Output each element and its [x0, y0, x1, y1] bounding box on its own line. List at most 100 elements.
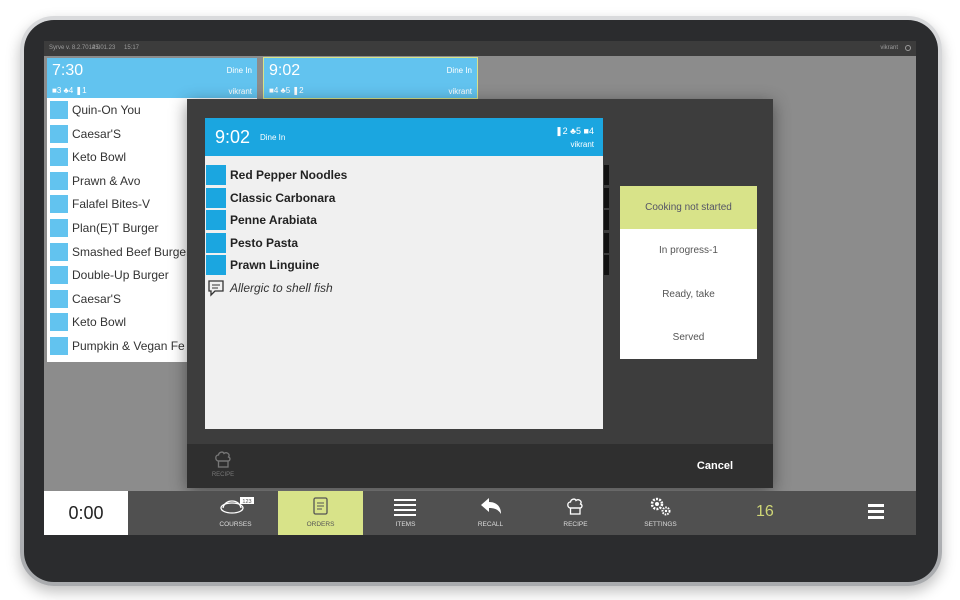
- item-status-square: [50, 266, 68, 285]
- item-name: Red Pepper Noodles: [230, 168, 348, 182]
- item-name: Keto Bowl: [72, 150, 127, 165]
- item-status-square: [50, 289, 68, 308]
- dialog-order-item[interactable]: Pesto Pasta: [205, 232, 609, 254]
- item-name: Prawn & Avo: [72, 173, 141, 188]
- dialog-order-item[interactable]: Red Pepper Noodles: [205, 164, 609, 186]
- order-ticket-2[interactable]: 9:02 Dine In ■4 ♣5 ❚2 vikrant: [263, 57, 478, 99]
- item-name: Keto Bowl: [72, 315, 127, 330]
- ticket-time: 9:02: [269, 62, 301, 79]
- item-edge-marker: [604, 210, 609, 230]
- comment-icon: [208, 280, 224, 297]
- ticket-counts: ■4 ♣5 ❚2: [269, 86, 304, 95]
- orders-label: ORDERS: [306, 521, 335, 528]
- settings-label: SETTINGS: [644, 521, 677, 528]
- dialog-order-item[interactable]: Penne Arabiata: [205, 209, 609, 231]
- courses-button[interactable]: 123 COURSES: [193, 491, 278, 535]
- status-option-served[interactable]: Served: [620, 316, 757, 359]
- ticket-counts: ■3 ♣4 ❚1: [52, 86, 87, 95]
- item-status-square: [50, 336, 68, 355]
- ticket-time: 7:30: [52, 62, 84, 79]
- screen: Syrve v. 8.2.7014.0 25.01.23 15:17 vikra…: [44, 41, 916, 535]
- cancel-button[interactable]: Cancel: [697, 460, 733, 472]
- item-status-square: [206, 255, 226, 275]
- status-option-cooking-not-started[interactable]: Cooking not started: [620, 186, 757, 230]
- menu-bar: [868, 510, 884, 513]
- item-status-square: [50, 101, 68, 119]
- recall-arrow-icon: [481, 498, 501, 514]
- recipe-label: RECIPE: [563, 521, 588, 528]
- item-status-square: [50, 313, 68, 332]
- dialog-order-ticket: 9:02 Dine In ❚2 ♣5 ■4 vikrant Red Pepper…: [205, 118, 609, 429]
- item-name: Smashed Beef Burger: [72, 244, 191, 259]
- menu-bar: [868, 504, 884, 507]
- items-button[interactable]: ITEMS: [363, 491, 448, 535]
- item-status-square: [206, 165, 226, 185]
- recall-label: RECALL: [477, 521, 504, 528]
- comment-text: Allergic to shell fish: [230, 281, 333, 295]
- ticket-header[interactable]: 7:30 Dine In ■3 ♣4 ❚1 vikrant: [47, 58, 257, 98]
- item-name: Plan(E)T Burger: [72, 220, 159, 235]
- dialog-footer: RECIPE Cancel: [187, 444, 773, 488]
- status-date: 25.01.23: [92, 45, 116, 51]
- item-name: Caesar'S: [72, 126, 121, 141]
- item-status-square: [50, 148, 68, 167]
- ticket-type: Dine In: [226, 66, 252, 75]
- ticket-user: vikrant: [228, 87, 252, 96]
- dialog-ticket-user: vikrant: [570, 140, 594, 149]
- status-option-ready[interactable]: Ready, take: [620, 273, 757, 316]
- status-bar: Syrve v. 8.2.7014.0 25.01.23 15:17 vikra…: [44, 41, 916, 56]
- order-sheet-icon: [313, 497, 328, 515]
- ticket-header[interactable]: 9:02 Dine In ■4 ♣5 ❚2 vikrant: [264, 58, 477, 98]
- chef-hat-icon: [567, 498, 583, 515]
- courses-badge: 123: [242, 499, 251, 505]
- menu-bar: [868, 516, 884, 519]
- item-name: Falafel Bites-V: [72, 197, 151, 212]
- status-user: vikrant: [880, 45, 898, 51]
- cooking-status-list: Cooking not started In progress-1 Ready,…: [620, 186, 757, 359]
- dialog-ticket-header: 9:02 Dine In ❚2 ♣5 ■4 vikrant: [205, 118, 603, 156]
- item-status-square: [50, 171, 68, 190]
- orders-button[interactable]: ORDERS: [278, 491, 363, 535]
- item-name: Double-Up Burger: [72, 268, 169, 283]
- dialog-recipe-label: RECIPE: [211, 472, 235, 478]
- timer-display: 0:00: [44, 491, 128, 535]
- item-edge-marker: [604, 165, 609, 185]
- item-name: Quin-On You: [72, 103, 141, 117]
- ticket-type: Dine In: [446, 66, 472, 75]
- help-icon[interactable]: [905, 45, 911, 51]
- item-name: Pesto Pasta: [230, 235, 299, 250]
- bottom-toolbar: 0:00 123 COURSES ORDERS ITEMS RECALL REC…: [44, 491, 916, 535]
- item-edge-marker: [604, 232, 609, 253]
- dialog-order-item[interactable]: Classic Carbonara: [205, 187, 609, 209]
- recipe-button[interactable]: RECIPE: [533, 491, 618, 535]
- item-status-square: [206, 187, 226, 208]
- item-status-square: [206, 232, 226, 253]
- gear-icon: [650, 497, 671, 516]
- dialog-ticket-time: 9:02: [215, 127, 251, 147]
- dialog-recipe-button[interactable]: RECIPE: [205, 450, 241, 486]
- item-edge-marker: [604, 255, 609, 275]
- menu-icon[interactable]: [868, 504, 884, 520]
- items-label: ITEMS: [395, 521, 416, 528]
- dialog-ticket-counts: ❚2 ♣5 ■4: [555, 126, 594, 136]
- ticket-user: vikrant: [448, 87, 472, 96]
- order-count: 16: [756, 503, 774, 520]
- dialog-order-item[interactable]: Prawn Linguine: [205, 254, 609, 276]
- dish-icon: 123: [220, 497, 254, 514]
- chef-hat-icon: [215, 451, 231, 468]
- item-name: Classic Carbonara: [230, 190, 336, 205]
- item-status-square: [50, 195, 68, 214]
- dialog-ticket-type: Dine In: [260, 133, 286, 142]
- item-status-square: [50, 218, 68, 237]
- status-time: 15:17: [124, 45, 140, 51]
- status-option-in-progress[interactable]: In progress-1: [620, 229, 757, 272]
- item-edge-marker: [604, 187, 609, 208]
- list-icon: [394, 499, 416, 516]
- item-name: Penne Arabiata: [230, 213, 317, 227]
- item-status-square: [206, 210, 226, 230]
- settings-button[interactable]: SETTINGS: [618, 491, 703, 535]
- recall-button[interactable]: RECALL: [448, 491, 533, 535]
- item-status-square: [50, 124, 68, 143]
- item-name: Caesar'S: [72, 291, 121, 306]
- courses-label: COURSES: [219, 521, 252, 528]
